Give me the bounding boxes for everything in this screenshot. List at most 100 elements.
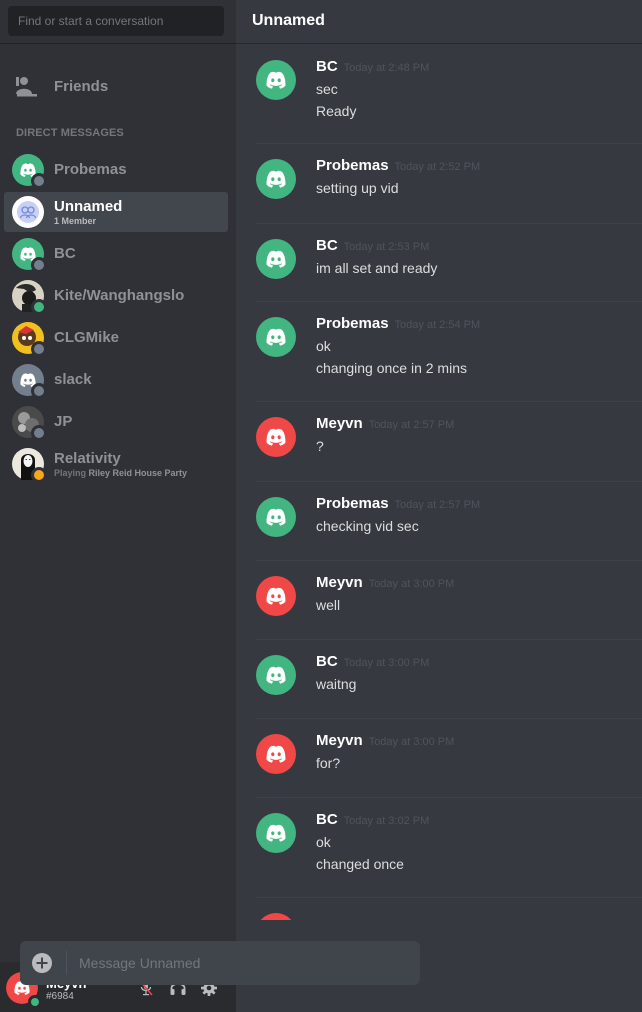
composer-divider bbox=[66, 951, 67, 975]
message-avatar[interactable] bbox=[256, 60, 296, 100]
dm-name: Unnamed bbox=[54, 197, 123, 215]
message-timestamp: Today at 3:00 PM bbox=[368, 736, 455, 748]
message-text: for? bbox=[316, 755, 341, 771]
message-list[interactable]: BC Today at 2:48 PM sec Ready Probemas Today … bbox=[236, 44, 642, 920]
message-text: checking vid sec bbox=[316, 518, 419, 534]
message-author[interactable]: Meyvn bbox=[316, 415, 363, 432]
message-divider bbox=[256, 401, 642, 402]
dm-name: JP bbox=[54, 413, 73, 430]
message-avatar[interactable] bbox=[256, 655, 296, 695]
dm-name: CLGMike bbox=[54, 329, 120, 346]
dm-avatar bbox=[12, 406, 47, 441]
message-avatar[interactable] bbox=[256, 159, 296, 199]
status-online-indicator bbox=[31, 299, 47, 315]
dm-item-probemas[interactable]: Probemas bbox=[4, 150, 228, 190]
dm-subtext: 1 Member bbox=[54, 215, 97, 226]
channel-title: Unnamed bbox=[252, 12, 325, 29]
dm-avatar bbox=[12, 154, 47, 189]
friends-label: Friends bbox=[54, 77, 109, 95]
message-avatar[interactable] bbox=[256, 576, 296, 616]
friends-nav-item[interactable]: Friends bbox=[4, 68, 228, 104]
message-text: im all set and ready bbox=[316, 260, 438, 276]
status-offline-indicator bbox=[31, 425, 47, 441]
message-text: changed once bbox=[316, 856, 404, 872]
dm-sidebar: Find or start a conversation Friends DIR… bbox=[0, 0, 236, 1012]
dm-item-jp[interactable]: JP bbox=[4, 402, 228, 442]
direct-messages-header: DIRECT MESSAGES bbox=[16, 127, 124, 139]
message-timestamp: Today at 2:57 PM bbox=[394, 499, 481, 511]
message-divider bbox=[256, 301, 642, 302]
message-timestamp: Today at 2:48 PM bbox=[343, 62, 430, 74]
dm-item-unnamed[interactable]: Unnamed 1 Member bbox=[4, 192, 228, 232]
add-attachment-icon[interactable] bbox=[32, 953, 52, 973]
message-timestamp: Today at 3:02 PM bbox=[343, 815, 430, 827]
message-timestamp: Today at 2:54 PM bbox=[394, 319, 481, 331]
message-input[interactable]: Message Unnamed bbox=[79, 955, 200, 971]
status-offline-indicator bbox=[31, 257, 47, 273]
dm-item-kite-wanghangslo[interactable]: Kite/Wanghangslo bbox=[4, 276, 228, 316]
dm-avatar bbox=[12, 448, 47, 483]
message-avatar[interactable] bbox=[256, 734, 296, 774]
dm-item-relativity[interactable]: Relativity Playing Riley Reid House Party bbox=[4, 444, 228, 484]
search-bar: Find or start a conversation bbox=[0, 0, 236, 44]
user-discriminator: #6984 bbox=[46, 991, 74, 1002]
message-divider bbox=[256, 897, 642, 898]
dm-activity: Playing Riley Reid House Party bbox=[54, 467, 188, 478]
status-offline-indicator bbox=[31, 383, 47, 399]
message-text: well bbox=[316, 597, 341, 613]
message-avatar[interactable] bbox=[256, 239, 296, 279]
message-author[interactable]: Meyvn bbox=[316, 574, 363, 591]
message-text: changing once in 2 mins bbox=[316, 360, 467, 376]
message-divider bbox=[256, 718, 642, 719]
message-text: setting up vid bbox=[316, 180, 399, 196]
message-divider bbox=[256, 481, 642, 482]
message-avatar[interactable] bbox=[256, 913, 296, 920]
message-text: ok bbox=[316, 834, 331, 850]
message-author[interactable]: Probemas bbox=[316, 315, 389, 332]
message-avatar[interactable] bbox=[256, 317, 296, 357]
status-offline-indicator bbox=[31, 173, 47, 189]
message-divider bbox=[256, 143, 642, 144]
friends-icon bbox=[16, 77, 37, 97]
message-timestamp: Today at 3:00 PM bbox=[343, 657, 430, 669]
message-timestamp: Today at 2:53 PM bbox=[343, 241, 430, 253]
message-composer[interactable]: Message Unnamed bbox=[20, 941, 420, 985]
message-divider bbox=[256, 560, 642, 561]
message-text: ok bbox=[316, 338, 331, 354]
message-author[interactable]: BC bbox=[316, 58, 338, 75]
message-text: Ready bbox=[316, 103, 357, 119]
dm-avatar bbox=[12, 238, 47, 273]
dm-avatar bbox=[12, 364, 47, 399]
dm-item-clgmike[interactable]: CLGMike bbox=[4, 318, 228, 358]
message-divider bbox=[256, 797, 642, 798]
message-author[interactable]: BC bbox=[316, 811, 338, 828]
message-author[interactable]: Probemas bbox=[316, 157, 389, 174]
message-avatar[interactable] bbox=[256, 497, 296, 537]
message-avatar[interactable] bbox=[256, 417, 296, 457]
dm-item-slack[interactable]: slack bbox=[4, 360, 228, 400]
message-divider bbox=[256, 639, 642, 640]
dm-avatar bbox=[12, 322, 47, 357]
message-avatar[interactable] bbox=[256, 813, 296, 853]
user-status-online bbox=[28, 995, 42, 1009]
dm-avatar bbox=[12, 280, 47, 315]
message-author[interactable]: BC bbox=[316, 237, 338, 254]
message-author[interactable]: BC bbox=[316, 653, 338, 670]
chat-main: Unnamed BC Today at 2:48 PM sec Ready Probem… bbox=[236, 0, 642, 1012]
dm-name: BC bbox=[54, 245, 76, 262]
search-input[interactable]: Find or start a conversation bbox=[8, 6, 224, 36]
status-idle-indicator bbox=[31, 467, 47, 483]
message-text: waitng bbox=[316, 676, 357, 692]
message-author[interactable]: Meyvn bbox=[316, 732, 363, 749]
message-text: ? bbox=[316, 438, 324, 454]
message-timestamp: Today at 2:52 PM bbox=[394, 161, 481, 173]
message-timestamp: Today at 3:00 PM bbox=[368, 578, 455, 590]
message-divider bbox=[256, 223, 642, 224]
status-offline-indicator bbox=[31, 341, 47, 357]
channel-header: Unnamed bbox=[236, 0, 642, 44]
dm-item-bc[interactable]: BC bbox=[4, 234, 228, 274]
message-text: sec bbox=[316, 81, 338, 97]
dm-name: Probemas bbox=[54, 161, 127, 178]
dm-name: Kite/Wanghangslo bbox=[54, 287, 185, 304]
message-author[interactable]: Probemas bbox=[316, 495, 389, 512]
